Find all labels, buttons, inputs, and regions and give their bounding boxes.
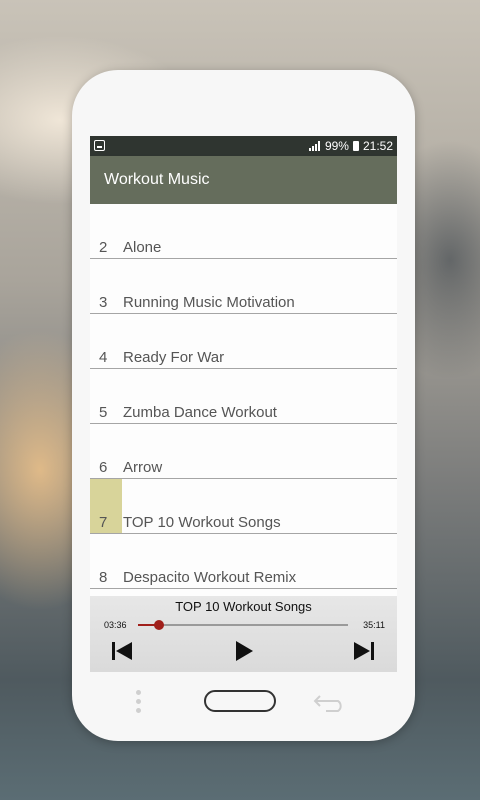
battery-percent: 99% [324, 139, 349, 153]
battery-icon [352, 141, 359, 151]
play-icon [236, 641, 253, 661]
song-title: TOP 10 Workout Songs [123, 514, 281, 531]
song-list-item[interactable]: 7 TOP 10 Workout Songs [90, 479, 397, 534]
skip-previous-icon [112, 642, 132, 660]
song-title: Running Music Motivation [123, 294, 295, 311]
back-icon[interactable] [312, 692, 346, 712]
app-bar: Workout Music [90, 156, 397, 204]
next-button[interactable] [352, 640, 376, 662]
app-title: Workout Music [104, 171, 210, 188]
seek-thumb[interactable] [154, 620, 164, 630]
play-button[interactable] [232, 640, 256, 662]
song-number: 4 [99, 349, 108, 366]
song-number: 5 [99, 404, 108, 421]
status-time: 21:52 [362, 139, 393, 153]
screen: 99% 21:52 Workout Music 2 Alone 3 Running M… [90, 136, 397, 672]
music-player: TOP 10 Workout Songs 03:36 35:11 [90, 596, 397, 672]
previous-button[interactable] [110, 640, 134, 662]
notification-icon [94, 140, 105, 151]
song-number: 6 [99, 459, 108, 476]
song-number: 8 [99, 569, 108, 586]
status-bar: 99% 21:52 [90, 136, 397, 156]
song-number: 3 [99, 294, 108, 311]
song-list-item[interactable]: 5 Zumba Dance Workout [90, 369, 397, 424]
song-list[interactable]: 2 Alone 3 Running Music Motivation 4 Ready Fo… [90, 204, 397, 596]
song-list-item[interactable]: 4 Ready For War [90, 314, 397, 369]
song-number: 7 [99, 514, 108, 531]
song-title: Arrow [123, 459, 163, 476]
menu-key[interactable] [136, 690, 142, 714]
skip-next-icon [354, 642, 374, 660]
song-title: Alone [123, 239, 162, 256]
song-title: Despacito Workout Remix [123, 569, 297, 586]
song-list-item[interactable]: 6 Arrow [90, 424, 397, 479]
song-number: 2 [99, 239, 108, 256]
now-playing-title: TOP 10 Workout Songs [175, 599, 312, 614]
song-list-item[interactable]: 3 Running Music Motivation [90, 259, 397, 314]
duration-time: 35:11 [363, 620, 385, 630]
signal-icon [308, 141, 321, 151]
seek-bar[interactable] [138, 620, 348, 630]
song-list-item[interactable]: 8 Despacito Workout Remix [90, 534, 397, 589]
song-title: Ready For War [123, 349, 225, 366]
song-title: Zumba Dance Workout [123, 404, 277, 421]
home-button[interactable] [204, 690, 276, 712]
current-time: 03:36 [104, 620, 127, 630]
song-list-item[interactable]: 2 Alone [90, 204, 397, 259]
